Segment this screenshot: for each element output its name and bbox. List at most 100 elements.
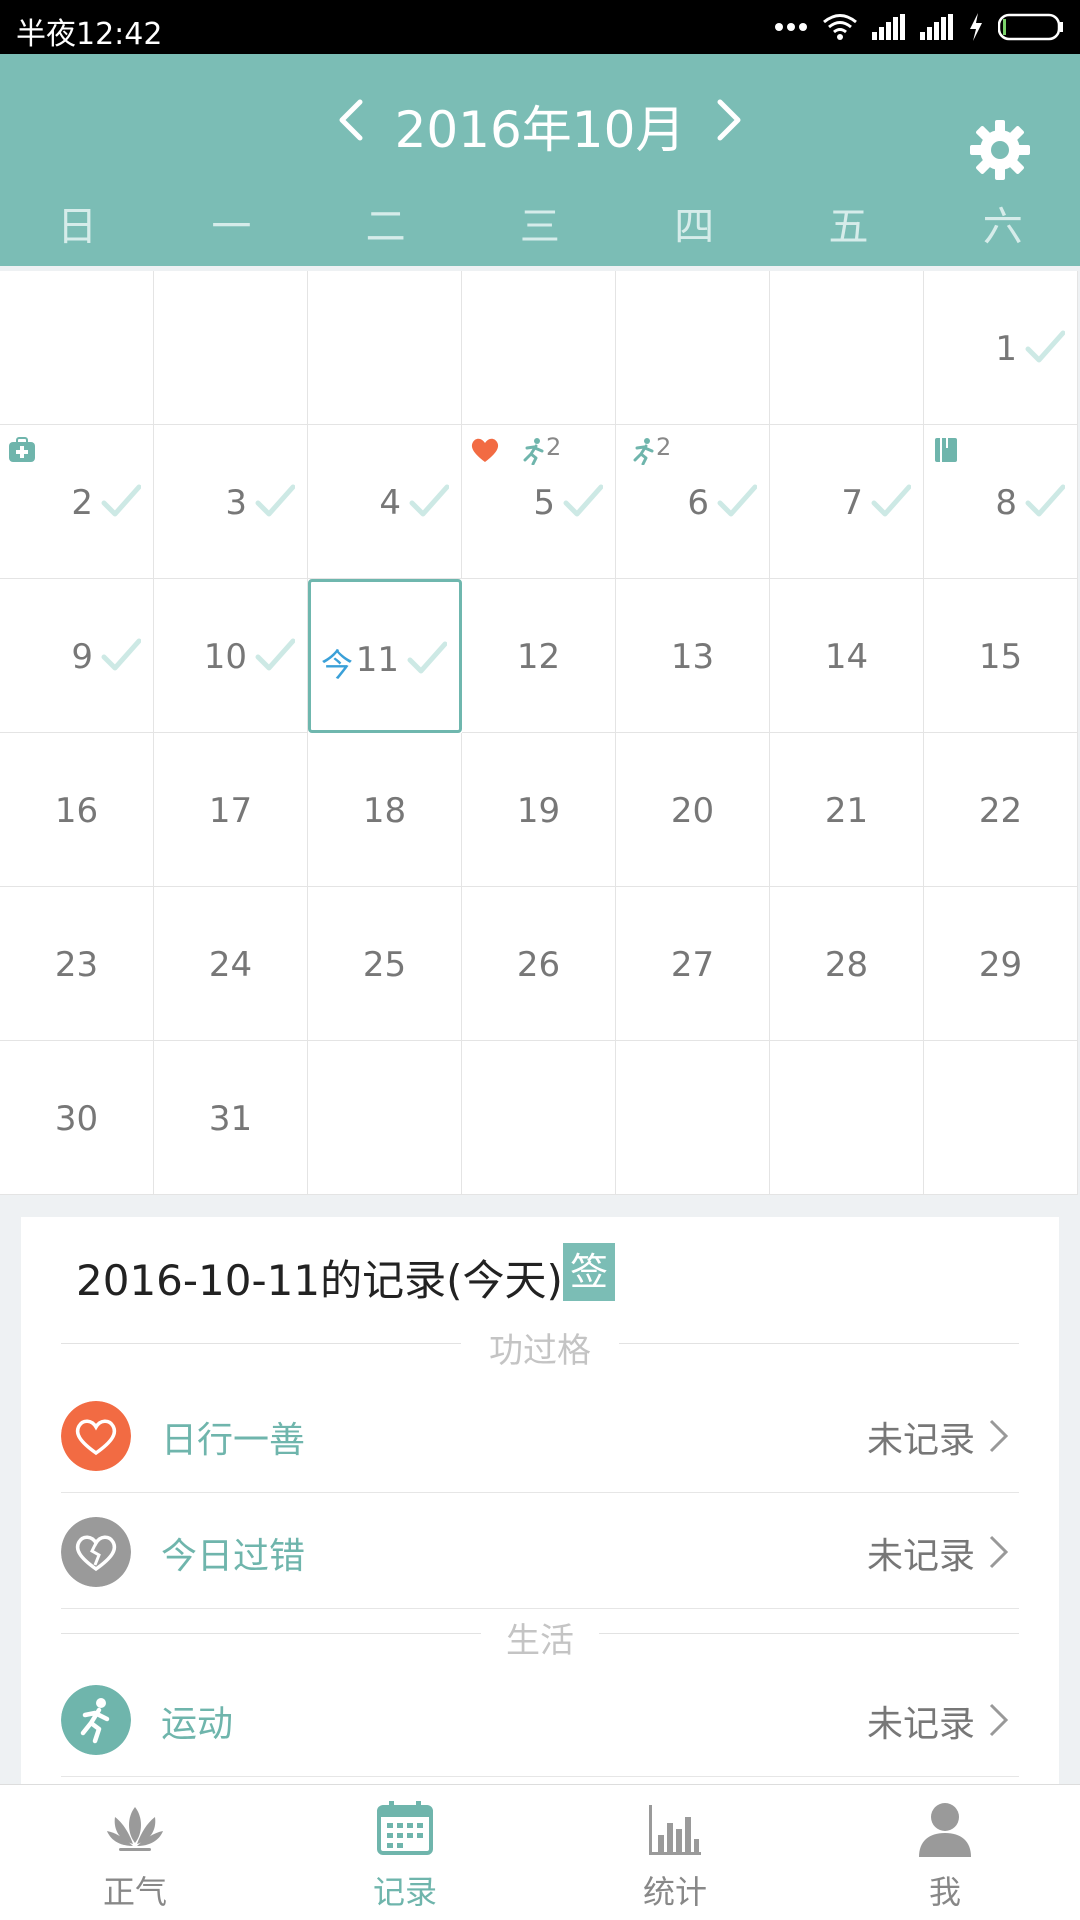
day-number: 26 [516,945,561,985]
calendar-day-21[interactable]: 21 [770,733,924,887]
calendar-empty-cell [616,1041,770,1195]
tab-record[interactable]: 记录 [270,1785,540,1920]
calendar-day-22[interactable]: 22 [924,733,1078,887]
section-life-divider: 生活 [61,1613,1019,1661]
tab-me[interactable]: 我 [810,1785,1080,1920]
day-number: 11 [355,640,399,680]
day-number: 19 [516,791,561,831]
day-number: 24 [208,945,253,985]
calendar-day-5[interactable]: 52 [462,425,616,579]
tab-label: 正气 [102,1873,167,1911]
record-row-exercise[interactable]: 运动 未记录 [61,1663,1019,1777]
checkmark-icon [255,484,295,517]
event-count: 2 [656,433,672,461]
calendar-day-10[interactable]: 10 [154,579,308,733]
charging-icon [970,13,982,41]
month-title: 2016年10月 [394,101,686,159]
status-icons [774,12,1064,42]
calendar-empty-cell [462,1041,616,1195]
battery-icon [998,13,1063,41]
calendar-day-19[interactable]: 19 [462,733,616,887]
calendar-day-6[interactable]: 62 [616,425,770,579]
day-number: 5 [533,483,555,523]
calendar-day-2[interactable]: 2 [0,425,154,579]
divider-line [599,1633,1019,1634]
section-merit-divider: 功过格 [61,1323,1019,1371]
day-number: 9 [71,637,93,677]
running-icon [61,1685,131,1755]
record-row-mistake[interactable]: 今日过错 未记录 [61,1495,1019,1609]
section-life-label: 生活 [506,1621,574,1661]
calendar-day-31[interactable]: 31 [154,1041,308,1195]
calendar-day-4[interactable]: 4 [308,425,462,579]
day-number: 17 [208,791,253,831]
calendar-empty-cell [616,271,770,425]
chevron-right-icon [989,1535,1009,1569]
record-row-status: 未记录 [866,1704,975,1745]
checkmark-icon [1025,484,1065,517]
tab-statistics[interactable]: 统计 [540,1785,810,1920]
calendar-day-15[interactable]: 15 [924,579,1078,733]
calendar-day-30[interactable]: 30 [0,1041,154,1195]
chevron-right-icon[interactable] [706,96,750,144]
calendar-day-3[interactable]: 3 [154,425,308,579]
event-count: 2 [546,433,562,461]
calendar-day-16[interactable]: 16 [0,733,154,887]
day-number: 10 [203,637,247,677]
tab-label: 记录 [372,1873,437,1911]
calendar-day-11[interactable]: 11 今 [308,579,462,733]
calendar-day-20[interactable]: 20 [616,733,770,887]
calendar-day-8[interactable]: 8 [924,425,1078,579]
tab-zhengqi[interactable]: 正气 [0,1785,270,1920]
checkmark-icon [101,484,141,517]
signal-icon-2 [920,14,953,40]
day-number: 1 [995,329,1017,369]
day-number: 31 [208,1099,253,1139]
calendar-empty-cell [770,1041,924,1195]
calendar-day-25[interactable]: 25 [308,887,462,1041]
calendar-day-13[interactable]: 13 [616,579,770,733]
day-number: 25 [362,945,407,985]
book-icon [935,438,957,462]
calendar-day-12[interactable]: 12 [462,579,616,733]
weekday-wed: 三 [519,204,560,250]
day-number: 3 [225,483,247,523]
calendar-day-17[interactable]: 17 [154,733,308,887]
sign-in-button[interactable]: 签 [563,1243,615,1301]
day-number: 15 [978,637,1023,677]
calendar-grid: 1 2 3 4 5 2 6 2 7 8 9 10 11 今 12 13 14 15 16 17 18 19 20 21 22 23… [0,271,1078,1195]
record-title: 2016-10-11的记录(今天) [76,1256,563,1305]
calendar-day-1[interactable]: 1 [924,271,1078,425]
calendar-empty-cell [770,271,924,425]
calendar-day-28[interactable]: 28 [770,887,924,1041]
calendar-day-26[interactable]: 26 [462,887,616,1041]
section-merit-label: 功过格 [489,1331,591,1371]
calendar-day-27[interactable]: 27 [616,887,770,1041]
chevron-right-icon [989,1703,1009,1737]
chevron-left-icon[interactable] [330,96,374,144]
lotus-icon [107,1807,163,1851]
checkmark-icon [563,484,603,517]
month-calendar: 1 2 3 4 5 2 6 2 7 8 9 10 11 今 12 13 14 15 16 17 18 19 20 21 22 23… [0,271,1078,1195]
calendar-day-7[interactable]: 7 [770,425,924,579]
calendar-day-18[interactable]: 18 [308,733,462,887]
calendar-day-29[interactable]: 29 [924,887,1078,1041]
checkmark-icon [101,638,141,671]
calendar-day-9[interactable]: 9 [0,579,154,733]
record-row-good-deed[interactable]: 日行一善 未记录 [61,1379,1019,1493]
heart-icon [471,438,499,462]
day-number: 22 [978,791,1023,831]
record-row-status: 未记录 [866,1536,975,1577]
day-number: 4 [379,483,401,523]
calendar-day-24[interactable]: 24 [154,887,308,1041]
day-number: 27 [670,945,715,985]
calendar-day-23[interactable]: 23 [0,887,154,1041]
running-icon [523,438,544,465]
status-time: 半夜12:42 [16,17,163,52]
calendar-empty-cell [154,271,308,425]
calendar-empty-cell [924,1041,1078,1195]
gear-icon[interactable] [968,118,1032,182]
day-number: 16 [54,791,99,831]
calendar-day-14[interactable]: 14 [770,579,924,733]
day-number: 20 [670,791,715,831]
